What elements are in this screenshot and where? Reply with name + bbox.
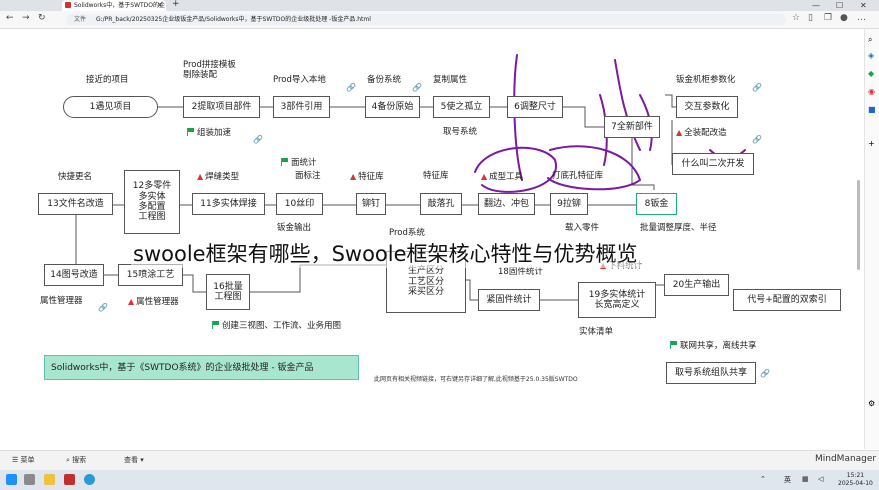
title-banner: Solidworks中，基于《SWTDO系统》的企业级批处理 - 钣金产品 [44, 355, 359, 380]
label-attr-manager-1: 属性管理器 [40, 296, 83, 306]
node-stamping[interactable]: 敲落孔 [420, 193, 462, 215]
node-interactive-param[interactable]: 交互参数化 [676, 96, 738, 118]
node-7[interactable]: 7全新部件 [604, 116, 660, 138]
label-weld-type: ▲ 焊缝类型 [197, 172, 240, 182]
sidebar-outlook-icon[interactable]: ■ [868, 105, 876, 114]
label-face-annotation: 面标注 [295, 171, 321, 181]
label-recent-project: 接近的项目 [86, 75, 129, 85]
input-language[interactable]: 英 [784, 475, 791, 485]
start-icon[interactable] [6, 474, 17, 485]
vertical-scrollbar[interactable] [857, 180, 860, 270]
label-feature-lib-2: 特征库 [423, 171, 449, 181]
mindmanager-brand: MindManager [815, 454, 877, 464]
ime-icon[interactable]: ▦ [802, 475, 809, 483]
warning-icon: ▲ [197, 172, 204, 181]
sidebar-copilot-icon[interactable]: ◈ [868, 51, 874, 60]
sidebar-tools-icon[interactable]: ◉ [868, 87, 875, 96]
node-10[interactable]: 10丝印 [276, 193, 323, 215]
warning-icon: ▲ [481, 172, 488, 181]
volume-icon[interactable]: ◁ [818, 475, 823, 483]
node-20[interactable]: 20生产输出 [664, 274, 729, 296]
node-3[interactable]: 3部件引用 [273, 96, 330, 118]
sidebar-search-icon[interactable]: ⌕ [868, 35, 872, 45]
node-riveting[interactable]: 铆钉 [356, 193, 386, 215]
view-button[interactable]: 查看 ▾ [124, 455, 144, 465]
label-fastener-stats: 18固件统计 [498, 267, 543, 277]
attachment-icon[interactable]: 🔗 [98, 303, 108, 312]
warning-icon: ▲ [676, 128, 683, 137]
overlay-caption: swoole框架有哪些，Swoole框架核心特性与优势概览 [131, 238, 640, 268]
node-fastener-stats[interactable]: 紧固件统计 [478, 289, 540, 311]
windows-taskbar [0, 470, 879, 490]
node-flanging[interactable]: 翻边、冲包 [478, 193, 535, 215]
node-6[interactable]: 6调整尺寸 [507, 96, 563, 118]
label-entity-list: 实体清单 [579, 327, 614, 337]
label-face-stats: 面统计 [281, 158, 317, 169]
label-sheetmetal-output: 钣金输出 [277, 223, 312, 233]
attachment-icon[interactable]: 🔗 [412, 83, 422, 92]
node-2[interactable]: 2提取项目部件 [183, 96, 260, 118]
attachment-icon[interactable]: 🔗 [752, 135, 762, 144]
clock-date: 2025-04-10 [838, 480, 873, 487]
node-1[interactable]: 1遇见项目 [63, 96, 158, 118]
node-19[interactable]: 19多实体统计 长宽高定义 [578, 282, 656, 318]
label-forming-tool: ▲ 成型工具 [481, 172, 524, 182]
menu-button[interactable]: ☰ 菜单 [12, 455, 35, 465]
node-fetch-share[interactable]: 取号系统组队共享 [666, 362, 756, 384]
node-8[interactable]: 8钣金 [636, 193, 677, 215]
label-feature-lib: ▲ 特征库 [350, 172, 384, 182]
label-networking: 联网共享，离线共享 [670, 341, 757, 352]
label-create-views: 创建三视图、工作流、业务用图 [212, 321, 341, 332]
node-4[interactable]: 4备份原始 [365, 96, 420, 118]
node-5[interactable]: 5使之孤立 [433, 96, 490, 118]
green-flag-icon [670, 341, 677, 349]
node-dual-display[interactable]: 代号+配置的双索引 [733, 289, 841, 311]
attachment-icon[interactable]: 🔗 [346, 83, 356, 92]
attachment-icon[interactable]: 🔗 [253, 135, 263, 144]
search-button[interactable]: ⌕ 搜索 [66, 455, 86, 465]
clock-time: 15:21 [846, 472, 865, 479]
warning-icon: ▲ [128, 297, 135, 306]
label-copy-property: 复制属性 [433, 75, 468, 85]
label-full-config: ▲ 全装配改造 [676, 128, 727, 138]
node-12[interactable]: 12多零件 多实体 多配置 工程图 [124, 170, 180, 234]
label-load-parts: 载入零件 [565, 223, 600, 233]
sidebar-shop-icon[interactable]: ◆ [868, 69, 874, 78]
node-11[interactable]: 11多实体焊接 [192, 193, 265, 215]
node-16[interactable]: 16批量 工程图 [206, 274, 250, 310]
label-backup-system: 备份系统 [367, 75, 402, 85]
node-double-open[interactable]: 什么叫二次开发 [672, 153, 754, 175]
green-flag-icon [187, 128, 194, 136]
label-prod-template: Prod拼接模板 剔除装配 [183, 60, 236, 80]
label-batch-adjust: 批量调整厚度、半径 [640, 223, 717, 233]
edge-browser-icon[interactable] [84, 474, 95, 485]
node-14[interactable]: 14图号改造 [44, 264, 104, 286]
label-sheetmetal-cabinet: 钣金机柜参数化 [676, 75, 736, 85]
label-assembly-accel: 组装加速 [187, 128, 231, 139]
label-punch-feature-lib: 打底孔特征库 [552, 171, 604, 181]
tray-chevron-icon[interactable]: ⌃ [760, 475, 766, 483]
node-13[interactable]: 13文件名改造 [38, 193, 113, 215]
video-note: 此网页有相关视频链接，可右键另存详细了解,此视频基于25.0.35版SWTDO [374, 376, 578, 383]
file-explorer-icon[interactable] [44, 474, 55, 485]
app-red-icon[interactable] [64, 474, 75, 485]
attachment-icon[interactable]: 🔗 [760, 369, 770, 378]
green-flag-icon [281, 158, 288, 166]
sidebar-settings-icon[interactable]: ⚙ [868, 399, 875, 408]
label-attr-manager-2: ▲ 属性管理器 [128, 297, 179, 307]
task-view-icon[interactable] [24, 474, 35, 485]
attachment-icon[interactable]: 🔗 [752, 83, 762, 92]
node-9[interactable]: 9拉铆 [550, 193, 588, 215]
system-clock[interactable]: 15:21 2025-04-10 [838, 472, 873, 488]
browser-sidebar: ⌕ ◈ ◆ ◉ ■ + ⚙ [864, 29, 879, 449]
sidebar-add-icon[interactable]: + [868, 139, 875, 148]
label-prod-import: Prod导入本地 [273, 75, 326, 85]
label-fetch-number: 取号系统 [443, 127, 478, 137]
label-quick-rename: 快捷更名 [58, 172, 93, 182]
warning-icon: ▲ [350, 172, 357, 181]
green-flag-icon [212, 321, 219, 329]
